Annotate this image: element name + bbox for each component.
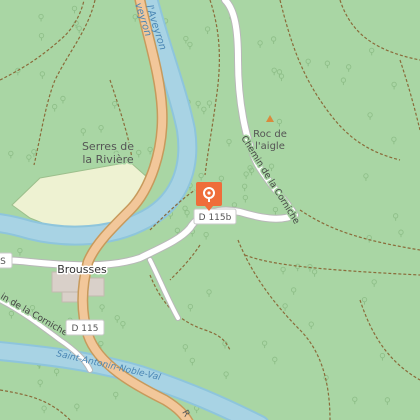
village-label: Brousses (57, 263, 107, 276)
locality-label-line1: Serres de (82, 140, 134, 153)
map-canvas[interactable]: veyron l'Aveyron Serres de la Rivière Ro… (0, 0, 420, 420)
peak-label-line2: l'aigle (255, 141, 285, 152)
svg-text:S: S (0, 257, 6, 267)
svg-text:D 115: D 115 (72, 324, 99, 334)
road-shield-edge-left: S (0, 252, 13, 269)
map-view[interactable]: veyron l'Aveyron Serres de la Rivière Ro… (0, 0, 420, 420)
road-shield-d115b: D 115b (193, 208, 237, 225)
locality-label-line2: la Rivière (82, 153, 134, 166)
svg-text:D 115b: D 115b (199, 213, 232, 223)
peak-label-line1: Roc de (253, 129, 287, 140)
road-shield-d115: D 115 (65, 319, 105, 336)
